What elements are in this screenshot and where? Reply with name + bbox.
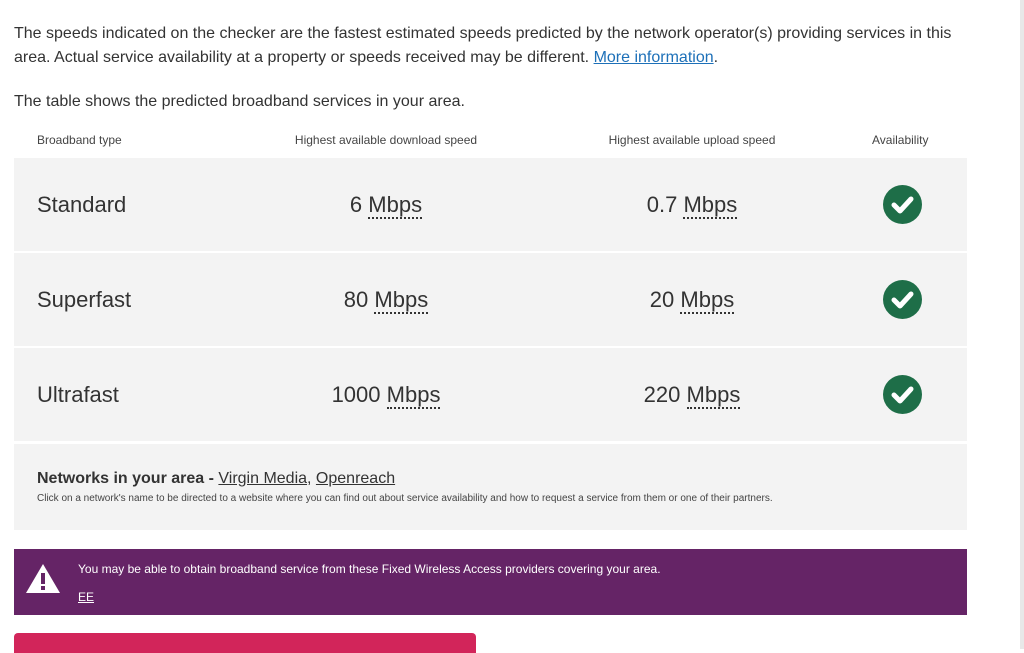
action-button[interactable] [14,633,476,653]
upload-value: 220 [643,382,681,407]
table-row: Ultrafast 1000 Mbps 220 Mbps [14,348,967,441]
download-value: 6 [349,192,363,217]
table-row: Superfast 80 Mbps 20 Mbps [14,253,967,346]
intro-end: . [713,49,719,66]
speed-unit: Mbps [680,287,735,314]
fwa-provider-link-ee[interactable]: EE [78,589,94,605]
networks-heading: Networks in your area - [37,470,219,487]
intro-paragraph: The speeds indicated on the checker are … [14,22,967,70]
networks-title: Networks in your area - Virgin Media, Op… [37,469,395,489]
header-availability: Availability [872,133,929,147]
network-link-virgin-media[interactable]: Virgin Media [218,470,307,487]
broadband-type: Superfast [37,287,132,312]
header-upload-speed: Highest available upload speed [608,133,776,147]
upload-speed: 220 Mbps [569,382,815,409]
speed-unit: Mbps [686,382,741,409]
scrollbar[interactable] [1020,0,1024,649]
table-caption: The table shows the predicted broadband … [14,93,465,110]
speed-unit: Mbps [386,382,441,409]
download-speed: 6 Mbps [254,192,518,219]
warning-icon [22,557,64,604]
table-row: Standard 6 Mbps 0.7 Mbps [14,158,967,251]
broadband-type: Standard [37,192,127,217]
upload-speed: 20 Mbps [569,287,815,314]
network-link-openreach[interactable]: Openreach [316,470,395,487]
download-value: 1000 [331,382,381,407]
upload-value: 20 [649,287,675,312]
download-speed: 80 Mbps [254,287,518,314]
speed-unit: Mbps [374,287,429,314]
speed-unit: Mbps [368,192,423,219]
download-value: 80 [343,287,369,312]
header-download-speed: Highest available download speed [294,133,478,147]
networks-note: Click on a network's name to be directed… [37,493,773,504]
network-separator: , [307,470,316,487]
upload-value: 0.7 [646,192,678,217]
networks-section: Networks in your area - Virgin Media, Op… [14,444,967,530]
fwa-banner: You may be able to obtain broadband serv… [14,549,967,615]
fwa-message: You may be able to obtain broadband serv… [78,562,661,576]
speed-unit: Mbps [683,192,738,219]
header-broadband-type: Broadband type [37,133,122,147]
upload-speed: 0.7 Mbps [569,192,815,219]
download-speed: 1000 Mbps [254,382,518,409]
more-information-link[interactable]: More information [594,49,714,66]
check-icon [883,375,922,414]
broadband-type: Ultrafast [37,382,119,407]
check-icon [883,185,922,224]
check-icon [883,280,922,319]
intro-text: The speeds indicated on the checker are … [14,25,952,66]
table-header-row: Broadband type Highest available downloa… [14,131,967,151]
